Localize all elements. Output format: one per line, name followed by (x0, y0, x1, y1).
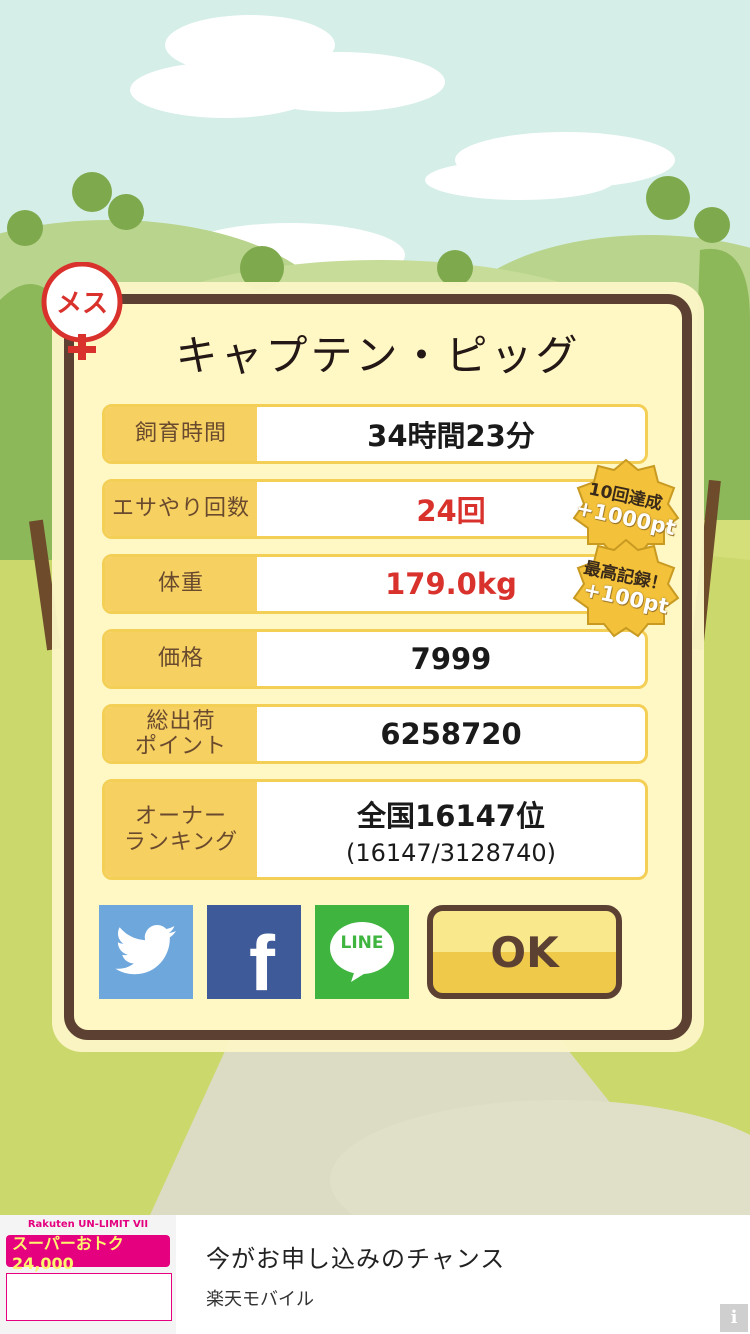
facebook-f-icon: f (249, 918, 275, 1007)
stat-label: 体重 (105, 557, 257, 611)
ad-title[interactable]: 今がお申し込みのチャンス (206, 1239, 505, 1274)
stat-label: 総出荷 ポイント (105, 707, 257, 761)
ad-brand-text: Rakuten UN-LIMIT VII (27, 1219, 149, 1230)
stat-row-feed-count: エサやり回数 24回 (102, 479, 648, 539)
stat-row-total-points: 総出荷 ポイント 6258720 (102, 704, 648, 764)
stat-label: 飼育時間 (105, 407, 257, 461)
pig-name-title: キャプテン・ピッグ (175, 331, 581, 380)
ad-advertiser: 楽天モバイル (206, 1289, 314, 1310)
stat-value: 7999 (410, 642, 492, 676)
stat-label: エサやり回数 (105, 482, 257, 536)
bonus-seal-weight-record: 最高記録！ +100pt (572, 538, 680, 638)
facebook-share-button[interactable]: f (207, 905, 301, 1007)
stat-row-weight: 体重 179.0kg (102, 554, 648, 614)
stat-row-price: 価格 7999 (102, 629, 648, 689)
stat-value: 34時間23分 (367, 419, 535, 453)
ad-detail-panel (6, 1273, 172, 1321)
line-share-button[interactable]: LINE (315, 905, 409, 999)
stat-label: オーナー ランキング (105, 782, 257, 877)
stat-row-owner-ranking: オーナー ランキング 全国16147位 (16147/3128740) (102, 779, 648, 880)
stat-value: 6258720 (380, 717, 522, 751)
stat-value: 全国16147位 (16147/3128740) (257, 782, 645, 877)
twitter-bird-icon (115, 925, 176, 975)
ad-promo-text: スーパーおトク 24,000 (6, 1234, 170, 1273)
line-label: LINE (340, 933, 384, 953)
ad-info-icon[interactable]: i (720, 1304, 748, 1332)
ranking-detail: (16147/3128740) (345, 838, 557, 867)
svg-text:メス: メス (56, 289, 108, 319)
stat-label: 価格 (105, 632, 257, 686)
twitter-share-button[interactable] (99, 905, 193, 999)
ad-image[interactable]: Rakuten UN-LIMIT VII スーパーおトク 24,000 (0, 1215, 176, 1334)
ok-button[interactable]: OK (427, 905, 622, 999)
ad-banner[interactable]: Rakuten UN-LIMIT VII スーパーおトク 24,000 今がお申… (0, 1215, 750, 1334)
stat-row-feeding-time: 飼育時間 34時間23分 (102, 404, 648, 464)
ranking-value: 全国16147位 (357, 798, 545, 833)
